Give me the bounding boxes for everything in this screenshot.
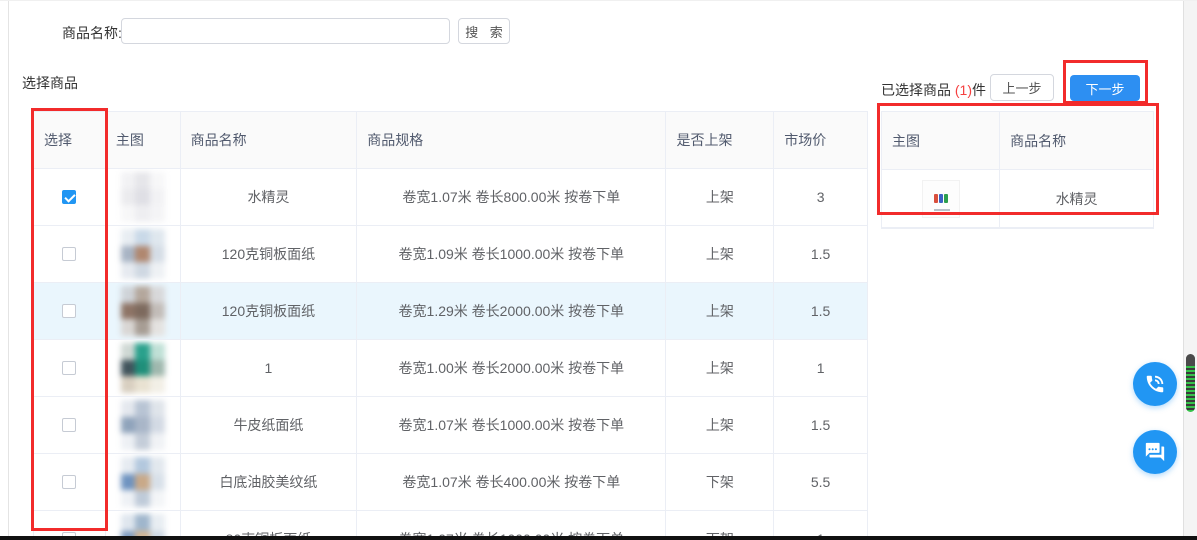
shelf-status-cell: 上架	[666, 397, 774, 453]
table-row[interactable]: 水精灵 卷宽1.07米 卷长800.00米 按卷下单 上架 3	[34, 169, 867, 226]
shelf-status-cell: 上架	[666, 340, 774, 396]
row-checkbox[interactable]	[62, 190, 76, 204]
product-thumbnail	[121, 229, 165, 279]
scrollbar-thumb[interactable]	[1186, 354, 1195, 412]
table-row[interactable]: 牛皮纸面纸 卷宽1.07米 卷长1000.00米 按卷下单 上架 1.5	[34, 397, 867, 454]
selected-count-prefix: 已选择商品	[881, 82, 955, 98]
selected-header-main-image: 主图	[882, 112, 1000, 169]
product-name-cell: 1	[181, 340, 358, 396]
product-thumbnail	[121, 172, 165, 222]
selected-count-text: 已选择商品 (1)件	[881, 80, 986, 100]
table-header-row: 选择 主图 商品名称 商品规格 是否上架 市场价	[34, 112, 867, 169]
row-checkbox[interactable]	[62, 304, 76, 318]
header-spec: 商品规格	[357, 112, 666, 168]
bottom-edge-bar	[0, 536, 1197, 540]
product-thumbnail	[121, 457, 165, 507]
product-name-cell: 水精灵	[181, 169, 358, 225]
selected-table-header-row: 主图 商品名称	[882, 112, 1153, 170]
product-thumbnail	[121, 400, 165, 450]
product-name-label: 商品名称:	[62, 23, 122, 43]
chat-icon	[1144, 441, 1166, 463]
left-border-line	[8, 1, 9, 540]
product-spec-cell: 卷宽1.29米 卷长2000.00米 按卷下单	[357, 283, 666, 339]
product-spec-cell: 卷宽1.07米 卷长400.00米 按卷下单	[357, 454, 666, 510]
product-name-cell: 牛皮纸面纸	[181, 397, 358, 453]
selected-table-row: 水精灵	[882, 170, 1153, 228]
market-price-cell: 1.5	[774, 226, 867, 282]
product-spec-cell: 卷宽1.07米 卷长800.00米 按卷下单	[357, 169, 666, 225]
next-step-button[interactable]: 下一步	[1070, 75, 1140, 101]
table-row[interactable]: 120克铜板面纸 卷宽1.29米 卷长2000.00米 按卷下单 上架 1.5	[34, 283, 867, 340]
header-on-shelf: 是否上架	[666, 112, 774, 168]
shelf-status-cell: 上架	[666, 226, 774, 282]
row-checkbox[interactable]	[62, 418, 76, 432]
product-name-cell: 120克铜板面纸	[181, 283, 358, 339]
header-market-price: 市场价	[774, 112, 867, 168]
header-select: 选择	[34, 112, 106, 168]
selected-count-number: (1)	[955, 82, 972, 98]
product-thumbnail	[121, 286, 165, 336]
shelf-status-cell: 上架	[666, 169, 774, 225]
shelf-status-cell: 下架	[666, 454, 774, 510]
product-name-input[interactable]	[121, 18, 450, 44]
shelf-status-cell: 上架	[666, 283, 774, 339]
market-price-cell: 5.5	[774, 454, 867, 510]
product-spec-cell: 卷宽1.00米 卷长2000.00米 按卷下单	[357, 340, 666, 396]
market-price-cell: 1.5	[774, 397, 867, 453]
table-row[interactable]: 1 卷宽1.00米 卷长2000.00米 按卷下单 上架 1	[34, 340, 867, 397]
phone-icon	[1144, 373, 1166, 395]
header-main-image: 主图	[106, 112, 181, 168]
row-checkbox[interactable]	[62, 475, 76, 489]
selected-header-product-name: 商品名称	[1000, 112, 1153, 169]
product-name-cell: 120克铜板面纸	[181, 226, 358, 282]
row-checkbox[interactable]	[62, 247, 76, 261]
header-product-name: 商品名称	[181, 112, 358, 168]
chat-contact-button[interactable]	[1133, 430, 1177, 474]
row-checkbox[interactable]	[62, 361, 76, 375]
product-thumbnail	[121, 343, 165, 393]
market-price-cell: 1.5	[774, 283, 867, 339]
selected-product-name-cell: 水精灵	[1000, 170, 1153, 227]
selected-product-thumbnail	[922, 180, 960, 218]
product-spec-cell: 卷宽1.09米 卷长1000.00米 按卷下单	[357, 226, 666, 282]
product-table: 选择 主图 商品名称 商品规格 是否上架 市场价 水精灵 卷宽1.07米 卷长8…	[33, 111, 868, 540]
selected-count-suffix: 件	[972, 82, 986, 98]
phone-contact-button[interactable]	[1133, 362, 1177, 406]
logo-marks	[934, 194, 948, 203]
table-row[interactable]: 白底油胶美纹纸 卷宽1.07米 卷长400.00米 按卷下单 下架 5.5	[34, 454, 867, 511]
product-spec-cell: 卷宽1.07米 卷长1000.00米 按卷下单	[357, 397, 666, 453]
search-button[interactable]: 搜 索	[458, 18, 510, 44]
market-price-cell: 3	[774, 169, 867, 225]
table-row[interactable]: 120克铜板面纸 卷宽1.09米 卷长1000.00米 按卷下单 上架 1.5	[34, 226, 867, 283]
section-title: 选择商品	[22, 73, 78, 93]
scrollbar-track	[1183, 1, 1197, 540]
page: 商品名称: 搜 索 选择商品 已选择商品 (1)件 上一步 下一步 选择 主图 …	[0, 0, 1197, 540]
selected-products-table: 主图 商品名称 水精灵	[881, 111, 1154, 229]
market-price-cell: 1	[774, 340, 867, 396]
product-name-cell: 白底油胶美纹纸	[181, 454, 358, 510]
prev-step-button[interactable]: 上一步	[990, 74, 1054, 101]
